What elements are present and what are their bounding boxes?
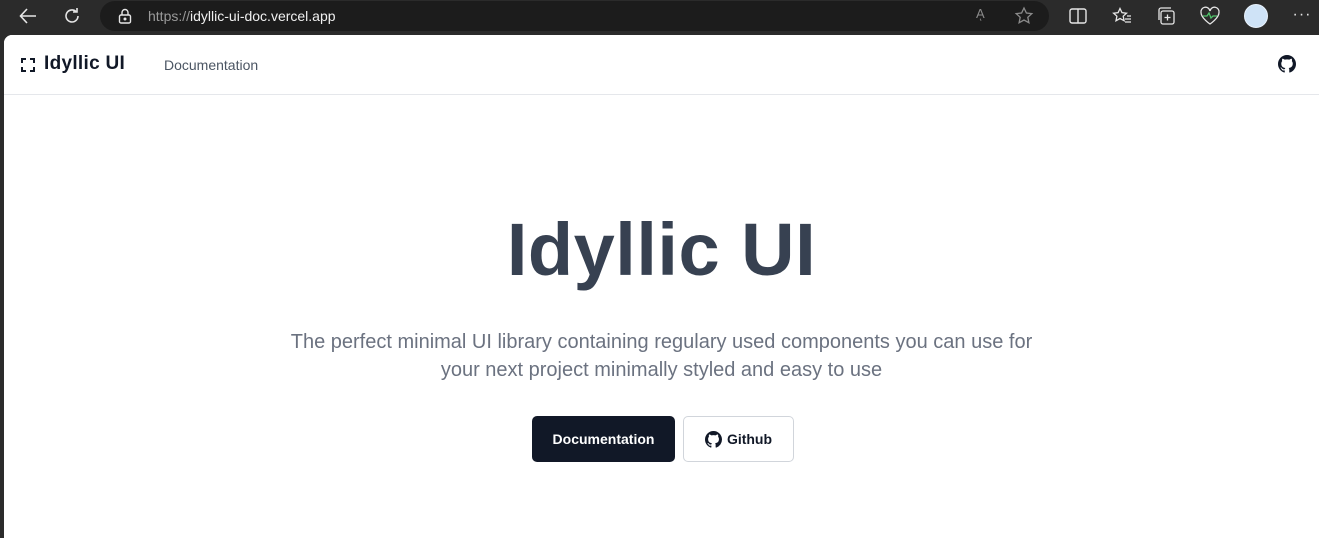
lock-icon[interactable] — [118, 8, 132, 24]
back-icon — [19, 8, 36, 24]
page-viewport: Idyllic UI Documentation Idyllic UI The … — [4, 35, 1319, 538]
documentation-button-label: Documentation — [552, 431, 655, 447]
github-icon — [704, 430, 722, 448]
browser-essentials-icon[interactable] — [1199, 5, 1221, 27]
nav-link-documentation[interactable]: Documentation — [164, 57, 258, 73]
github-icon[interactable] — [1278, 55, 1296, 73]
browser-toolbar: https://idyllic-ui-doc.vercel.app Aͅ ··· — [0, 0, 1319, 33]
documentation-button[interactable]: Documentation — [532, 416, 675, 462]
github-button[interactable]: Github — [683, 416, 794, 462]
hero-subtitle: The perfect minimal UI library containin… — [290, 331, 1033, 381]
favorites-icon[interactable] — [1111, 5, 1133, 27]
refresh-icon — [65, 8, 79, 23]
read-aloud-icon[interactable]: Aͅ — [976, 6, 985, 21]
site-logo[interactable]: Idyllic UI — [44, 53, 125, 75]
url-scheme: https:// — [148, 8, 191, 24]
profile-avatar[interactable] — [1244, 4, 1268, 28]
back-button[interactable] — [14, 4, 42, 28]
hero-title: Idyllic UI — [506, 208, 817, 291]
site-header: Idyllic UI Documentation — [4, 35, 1319, 95]
refresh-button[interactable] — [58, 4, 86, 28]
favorite-star-icon[interactable] — [1014, 6, 1034, 26]
address-bar[interactable]: https://idyllic-ui-doc.vercel.app Aͅ — [100, 1, 1049, 31]
collections-icon[interactable] — [1155, 5, 1177, 27]
more-icon[interactable]: ··· — [1292, 4, 1312, 28]
fullscreen-brackets-icon — [21, 58, 35, 72]
split-screen-icon[interactable] — [1067, 5, 1089, 27]
url-text[interactable]: https://idyllic-ui-doc.vercel.app — [148, 8, 336, 24]
github-button-label: Github — [726, 431, 773, 447]
url-host: idyllic-ui-doc.vercel.app — [190, 8, 336, 24]
